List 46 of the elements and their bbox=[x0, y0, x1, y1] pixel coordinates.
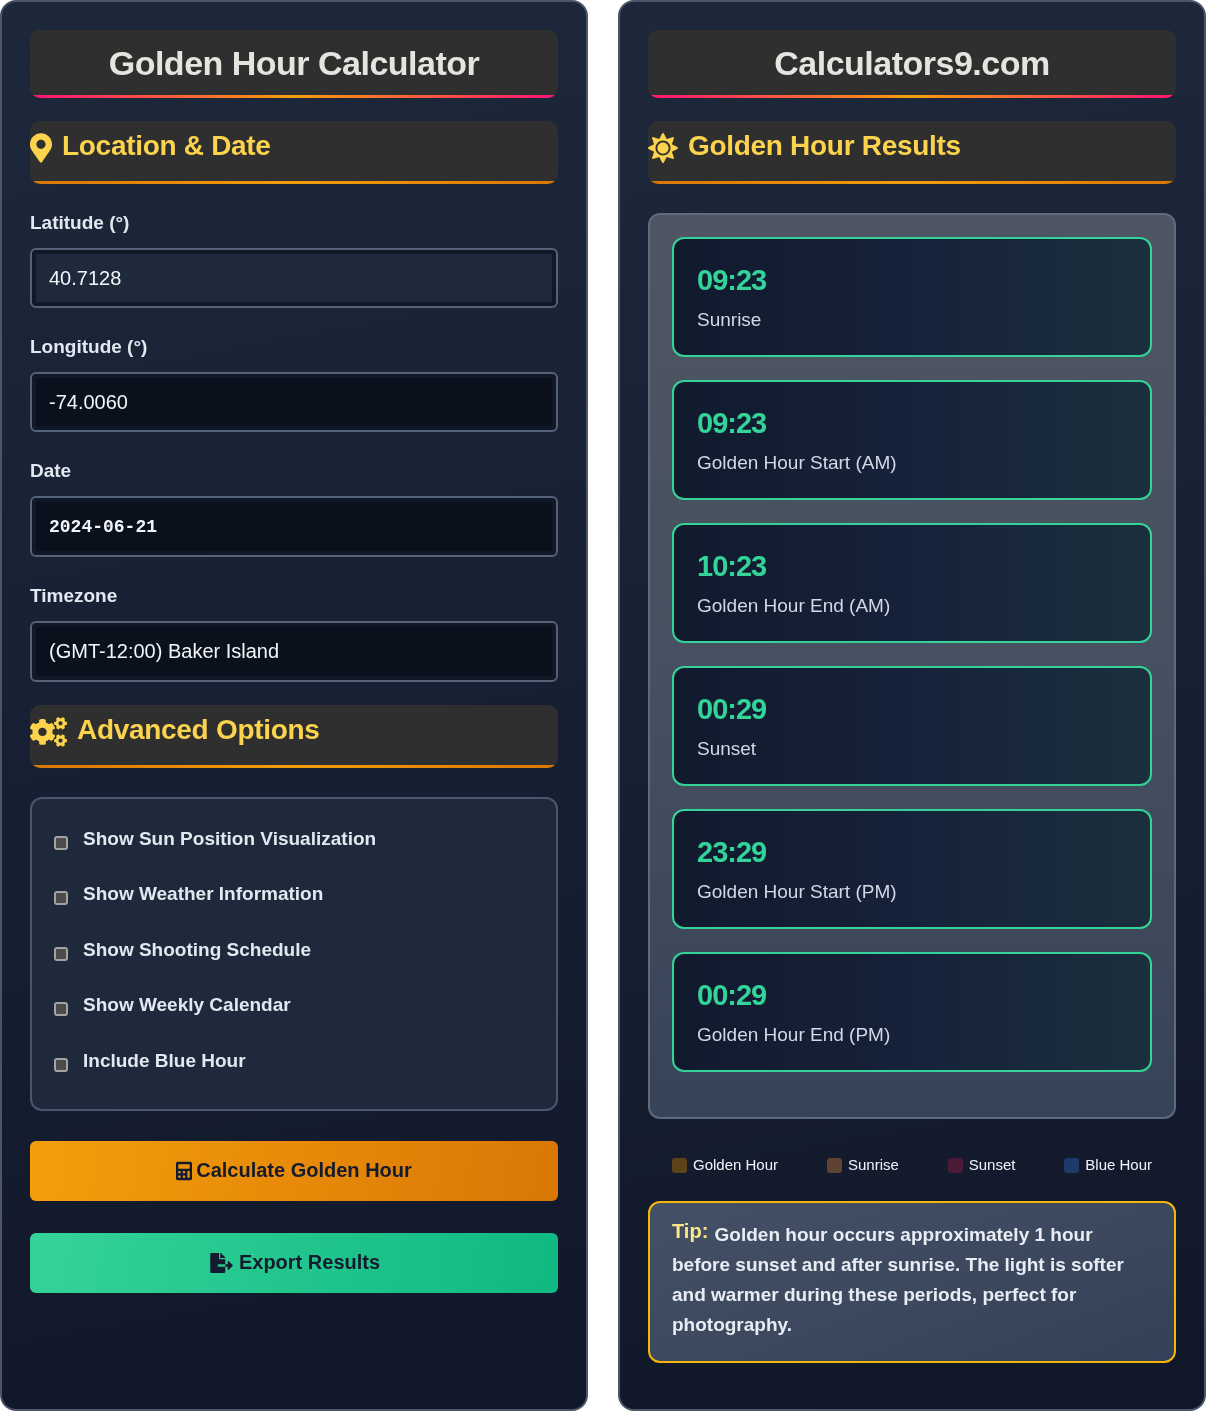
date-input[interactable]: 2024-06-21 bbox=[30, 496, 558, 557]
section-heading: Location & Date bbox=[62, 129, 271, 163]
option-label: Include Blue Hour bbox=[83, 1048, 246, 1073]
panel-title: Calculators9.com bbox=[648, 30, 1176, 98]
map-pin-icon bbox=[30, 133, 52, 163]
result-label: Golden Hour End (AM) bbox=[697, 595, 891, 617]
field-label: Date bbox=[30, 460, 72, 482]
panel-title: Golden Hour Calculator bbox=[30, 30, 558, 98]
option-label: Show Shooting Schedule bbox=[83, 937, 311, 962]
section-heading: Advanced Options bbox=[77, 713, 320, 747]
result-label: Sunrise bbox=[697, 309, 762, 331]
result-time: 10:23 bbox=[697, 549, 767, 584]
number-input[interactable]: 40.7128 bbox=[30, 248, 558, 308]
field-label: Timezone bbox=[30, 585, 118, 607]
section-heading: Golden Hour Results bbox=[688, 129, 961, 163]
option-label: Show Weather Information bbox=[83, 882, 324, 907]
result-label: Golden Hour Start (AM) bbox=[697, 452, 897, 474]
result-time: 00:29 bbox=[697, 978, 767, 1013]
field-label: Longitude (°) bbox=[30, 336, 148, 358]
result-time: 09:23 bbox=[697, 263, 767, 298]
legend-label: Golden Hour bbox=[693, 1156, 779, 1174]
export-button[interactable]: Export Results bbox=[30, 1232, 558, 1293]
option-label: Show Weekly Calendar bbox=[83, 993, 291, 1018]
result-label: Sunset bbox=[697, 738, 757, 760]
calculate-button[interactable]: Calculate Golden Hour bbox=[30, 1140, 558, 1201]
field-label: Latitude (°) bbox=[30, 212, 130, 234]
checkbox[interactable] bbox=[54, 1057, 68, 1072]
sun-icon bbox=[648, 133, 678, 163]
legend-label: Sunset bbox=[968, 1156, 1016, 1174]
calculator-icon bbox=[176, 1160, 193, 1181]
checkbox[interactable] bbox=[54, 1002, 68, 1017]
timezone-select[interactable]: (GMT-12:00) Baker Island bbox=[30, 621, 558, 682]
legend-label: Sunrise bbox=[847, 1156, 899, 1174]
result-time: 09:23 bbox=[697, 406, 767, 441]
gears-icon bbox=[30, 717, 67, 747]
legend-label: Blue Hour bbox=[1085, 1156, 1152, 1174]
result-label: Golden Hour End (PM) bbox=[697, 1024, 891, 1046]
number-input[interactable]: -74.0060 bbox=[30, 372, 558, 432]
option-label: Show Sun Position Visualization bbox=[83, 826, 377, 851]
checkbox[interactable] bbox=[54, 835, 68, 850]
checkbox[interactable] bbox=[54, 946, 68, 961]
result-time: 23:29 bbox=[697, 835, 767, 870]
result-label: Golden Hour Start (PM) bbox=[697, 881, 897, 903]
result-time: 00:29 bbox=[697, 692, 767, 727]
checkbox[interactable] bbox=[54, 891, 68, 906]
file-export-icon bbox=[207, 1252, 235, 1273]
